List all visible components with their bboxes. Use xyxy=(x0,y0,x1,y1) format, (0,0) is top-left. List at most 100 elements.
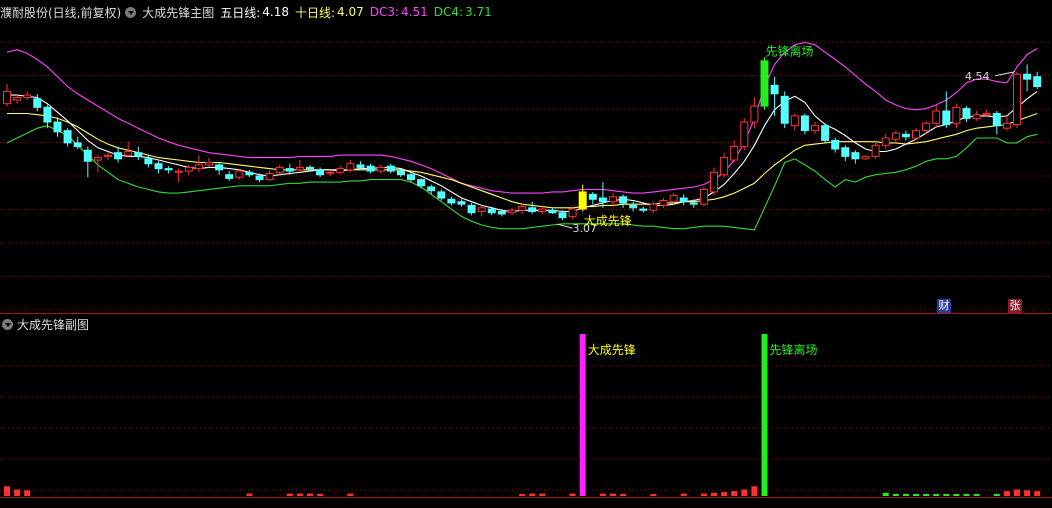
candle-body xyxy=(598,197,607,203)
candle-body xyxy=(881,137,890,146)
sell-signal-bar xyxy=(761,334,768,496)
candle-body xyxy=(1002,122,1011,129)
candle-body xyxy=(568,208,577,217)
candle-body xyxy=(710,171,718,193)
candle-body xyxy=(841,147,850,157)
candle-body xyxy=(558,212,567,219)
signal-strength-bar xyxy=(307,493,313,496)
candle-body xyxy=(457,201,466,205)
signal-strength-bar xyxy=(993,494,1000,496)
candle-body xyxy=(669,195,678,203)
candle-body xyxy=(659,199,668,206)
signal-strength-bar xyxy=(650,494,657,496)
candle-body xyxy=(891,132,900,140)
candle-body xyxy=(265,173,274,181)
candle-body xyxy=(447,198,456,204)
signal-strength-bar xyxy=(751,486,758,496)
signal-strength-bar xyxy=(721,491,728,496)
signal-strength-bar xyxy=(963,494,970,496)
candle-body xyxy=(225,174,234,179)
signal-strength-bar xyxy=(14,489,21,496)
candle-body xyxy=(215,164,224,171)
candle-body xyxy=(205,161,213,166)
signal-strength-bar xyxy=(1024,490,1031,496)
candle-body xyxy=(487,208,496,214)
candle-body xyxy=(800,115,809,132)
signal-strength-bar xyxy=(943,494,950,496)
candle-body xyxy=(629,204,638,209)
candle-body xyxy=(3,90,11,105)
signal-strength-bar xyxy=(286,493,293,496)
candle-body xyxy=(962,108,971,119)
candle-body xyxy=(144,158,153,165)
buy-signal-label: 大成先锋 xyxy=(584,214,632,228)
candle-body xyxy=(477,207,486,213)
candle-body xyxy=(992,112,1001,127)
signal-strength-bar xyxy=(902,494,909,496)
signal-strength-bar xyxy=(347,493,354,496)
candle-body xyxy=(871,144,880,157)
candle-body xyxy=(811,125,819,132)
candle-body xyxy=(730,146,739,161)
candle-body xyxy=(275,166,284,173)
candle-body xyxy=(104,154,112,157)
signal-strength-bar xyxy=(731,491,738,496)
candle-body xyxy=(407,174,415,181)
candle-body xyxy=(619,196,628,204)
candle-body xyxy=(528,207,537,213)
candle-body xyxy=(114,152,123,160)
signal-strength-bar xyxy=(680,493,687,496)
candle-body xyxy=(245,171,254,176)
signal-strength-bar xyxy=(1003,491,1010,496)
candle-body xyxy=(639,208,648,211)
candle-body xyxy=(649,203,658,211)
candle-body xyxy=(861,155,870,160)
finance-badge[interactable]: 财 xyxy=(937,299,951,313)
limit-up-badge[interactable]: 张 xyxy=(1008,299,1022,313)
low-marker-line xyxy=(557,223,573,229)
candle-body xyxy=(699,188,708,205)
candle-body xyxy=(63,130,72,144)
candle-body xyxy=(497,211,506,215)
candle-body xyxy=(174,170,183,173)
candle-body xyxy=(33,98,42,108)
signal-strength-bar xyxy=(4,486,10,496)
buy-signal-bar-label: 大成先锋 xyxy=(588,343,636,357)
candle-body xyxy=(164,168,173,171)
candle-body xyxy=(93,157,102,161)
sell-signal-bar-label: 先锋离场 xyxy=(770,342,818,357)
candle-body xyxy=(83,149,92,162)
signal-strength-bar xyxy=(933,494,940,496)
candle-body xyxy=(356,164,365,168)
sell-signal-label: 先锋离场 xyxy=(766,43,814,58)
candle-body xyxy=(285,168,294,172)
candle-body xyxy=(548,209,557,214)
candle-body xyxy=(538,208,547,213)
buy-signal-bar xyxy=(579,334,586,496)
signal-strength-bar xyxy=(913,494,919,496)
candle-body xyxy=(760,60,769,107)
signal-strength-bar xyxy=(246,493,253,496)
candle-body xyxy=(831,139,840,150)
signal-strength-bar xyxy=(610,493,616,496)
signal-strength-bar xyxy=(882,492,889,496)
signal-strength-bar xyxy=(973,494,980,496)
candle-body xyxy=(306,166,314,170)
candle-body xyxy=(154,163,163,170)
signal-strength-bar xyxy=(1034,491,1041,496)
dc3-line xyxy=(6,41,1038,194)
candle-body xyxy=(851,152,860,160)
candle-body xyxy=(255,175,264,181)
candle-body xyxy=(952,106,961,124)
candle-body xyxy=(386,165,395,172)
chart-canvas[interactable]: 4.543.07大成先锋先锋离场大成先锋 先锋离场 xyxy=(0,0,1052,508)
candle-body xyxy=(235,170,244,178)
candle-body xyxy=(467,204,476,214)
candle-body xyxy=(689,202,698,205)
signal-strength-bar xyxy=(700,493,707,496)
candle-body xyxy=(1023,73,1032,80)
signal-strength-bar xyxy=(711,492,717,496)
candle-body xyxy=(184,166,193,172)
signal-strength-bar xyxy=(923,494,930,496)
signal-strength-bar xyxy=(599,493,606,496)
